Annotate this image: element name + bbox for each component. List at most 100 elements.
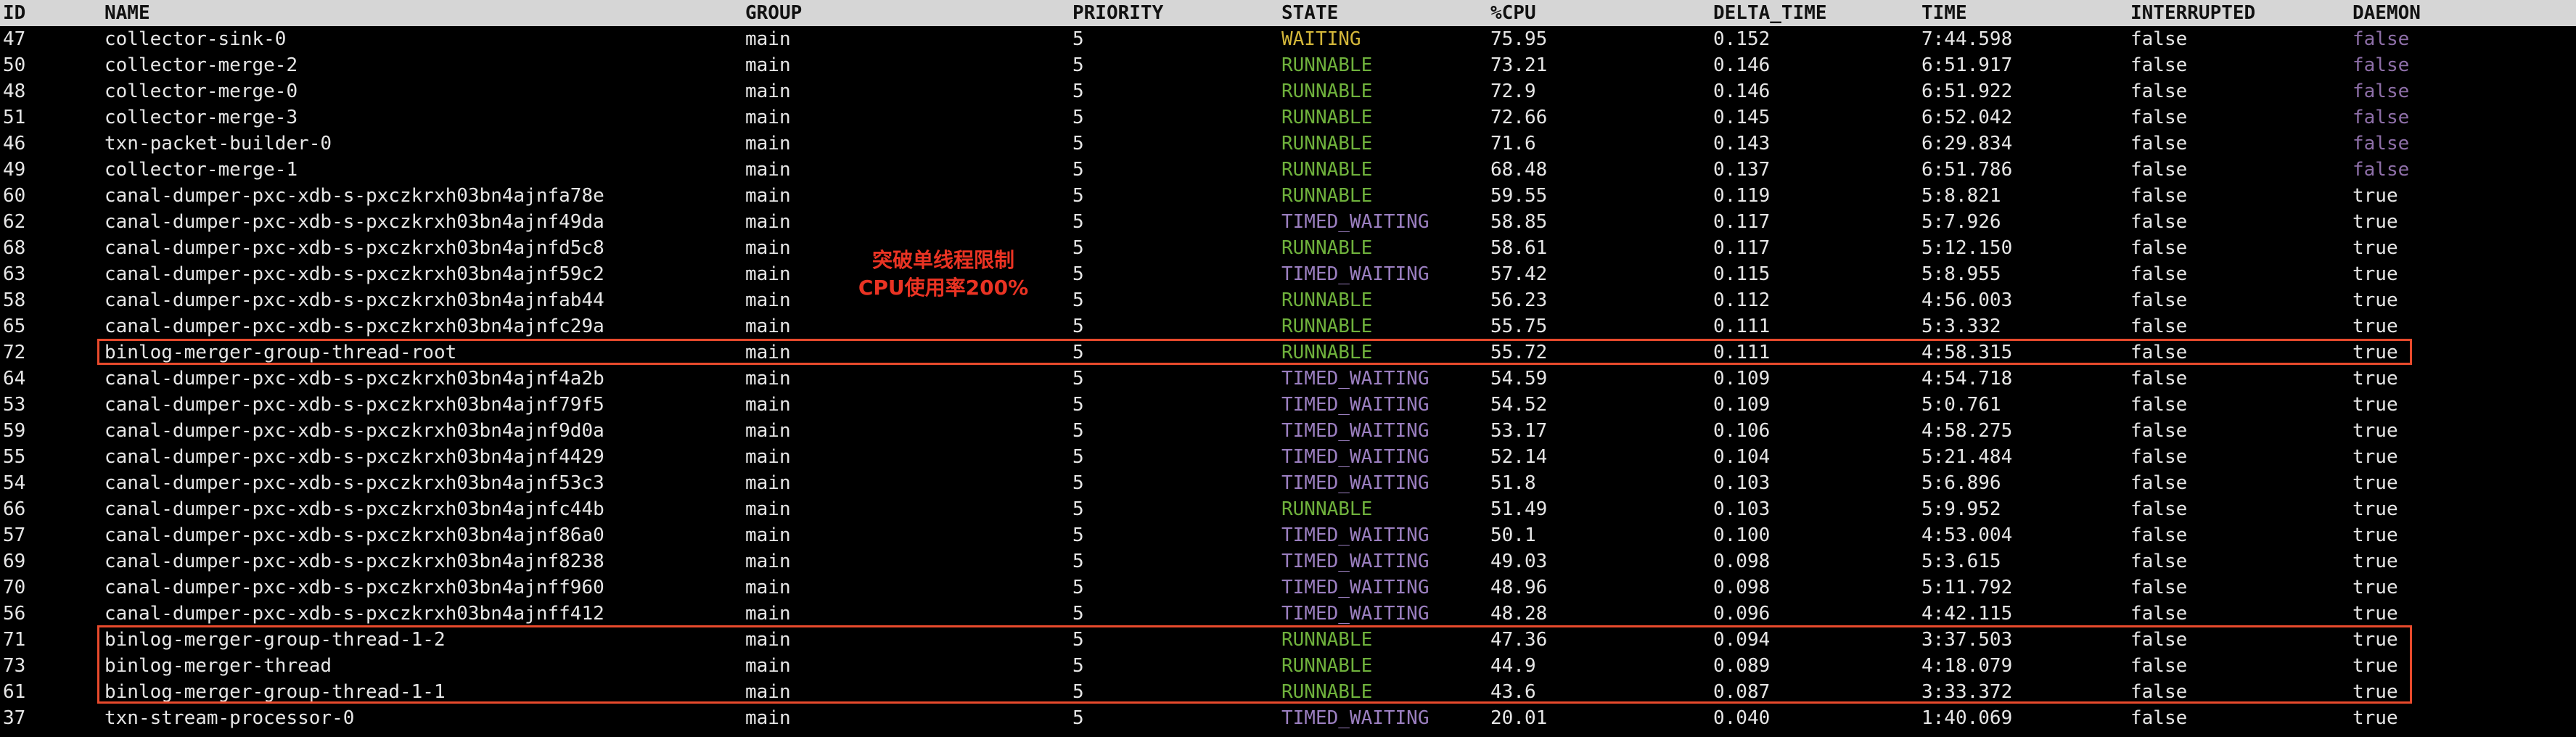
cell-priority: 5 bbox=[1072, 316, 1084, 337]
table-row: 58 canal-dumper-pxc-xdb-s-pxczkrxh03bn4aj… bbox=[0, 287, 2576, 313]
cell-name: txn-stream-processor-0 bbox=[104, 707, 355, 729]
cell-name: canal-dumper-pxc-xdb-s-pxczkrxh03bn4ajnf… bbox=[104, 577, 604, 598]
cell-name: binlog-merger-group-thread-root bbox=[104, 342, 457, 363]
cell-id: 69 bbox=[3, 551, 26, 572]
cell-name: binlog-merger-group-thread-1-1 bbox=[104, 681, 446, 703]
cell-daemon: true bbox=[2353, 420, 2398, 442]
cell-name: canal-dumper-pxc-xdb-s-pxczkrxh03bn4ajnf… bbox=[104, 394, 604, 416]
cell-delta-time: 0.089 bbox=[1713, 655, 1771, 677]
cell-cpu: 49.03 bbox=[1490, 551, 1548, 572]
cell-time: 7:44.598 bbox=[1921, 28, 2013, 50]
cell-delta-time: 0.096 bbox=[1713, 603, 1771, 625]
cell-daemon: true bbox=[2353, 394, 2398, 416]
cell-time: 5:6.896 bbox=[1921, 472, 2001, 494]
cell-id: 70 bbox=[3, 577, 26, 598]
cell-interrupted: false bbox=[2130, 28, 2188, 50]
cell-name: txn-packet-builder-0 bbox=[104, 133, 332, 155]
cell-priority: 5 bbox=[1072, 107, 1084, 128]
cell-group: main bbox=[745, 54, 791, 76]
cell-state: TIMED_WAITING bbox=[1281, 263, 1429, 285]
cell-priority: 5 bbox=[1072, 263, 1084, 285]
cell-delta-time: 0.152 bbox=[1713, 28, 1771, 50]
cell-time: 4:58.315 bbox=[1921, 342, 2013, 363]
cell-cpu: 51.8 bbox=[1490, 472, 1536, 494]
table-row: 66 canal-dumper-pxc-xdb-s-pxczkrxh03bn4aj… bbox=[0, 496, 2576, 522]
cell-state: RUNNABLE bbox=[1281, 237, 1373, 259]
cell-delta-time: 0.145 bbox=[1713, 107, 1771, 128]
cell-priority: 5 bbox=[1072, 707, 1084, 729]
cell-name: canal-dumper-pxc-xdb-s-pxczkrxh03bn4ajnf… bbox=[104, 185, 604, 207]
cell-daemon: true bbox=[2353, 577, 2398, 598]
table-row: 37 txn-stream-processor-0 main 5 TIMED_WAITI… bbox=[0, 705, 2576, 731]
cell-delta-time: 0.117 bbox=[1713, 211, 1771, 233]
cell-group: main bbox=[745, 446, 791, 468]
cell-time: 6:29.834 bbox=[1921, 133, 2013, 155]
cell-daemon: false bbox=[2353, 54, 2410, 76]
cell-cpu: 57.42 bbox=[1490, 263, 1548, 285]
cell-daemon: true bbox=[2353, 655, 2398, 677]
cell-state: RUNNABLE bbox=[1281, 316, 1373, 337]
cell-state: RUNNABLE bbox=[1281, 54, 1373, 76]
cell-group: main bbox=[745, 551, 791, 572]
cell-cpu: 48.28 bbox=[1490, 603, 1548, 625]
table-row: 60 canal-dumper-pxc-xdb-s-pxczkrxh03bn4aj… bbox=[0, 183, 2576, 209]
table-row: 69 canal-dumper-pxc-xdb-s-pxczkrxh03bn4aj… bbox=[0, 548, 2576, 575]
cell-priority: 5 bbox=[1072, 185, 1084, 207]
table-row: 61 binlog-merger-group-thread-1-1 main 5 RUN… bbox=[0, 679, 2576, 705]
cell-id: 56 bbox=[3, 603, 26, 625]
cell-id: 50 bbox=[3, 54, 26, 76]
cell-priority: 5 bbox=[1072, 368, 1084, 390]
table-row: 63 canal-dumper-pxc-xdb-s-pxczkrxh03bn4aj… bbox=[0, 261, 2576, 287]
cell-time: 4:18.079 bbox=[1921, 655, 2013, 677]
cell-priority: 5 bbox=[1072, 524, 1084, 546]
cell-priority: 5 bbox=[1072, 577, 1084, 598]
cell-daemon: true bbox=[2353, 472, 2398, 494]
cell-time: 4:58.275 bbox=[1921, 420, 2013, 442]
cell-daemon: true bbox=[2353, 603, 2398, 625]
cell-interrupted: false bbox=[2130, 185, 2188, 207]
cell-priority: 5 bbox=[1072, 681, 1084, 703]
cell-interrupted: false bbox=[2130, 707, 2188, 729]
cell-state: RUNNABLE bbox=[1281, 289, 1373, 311]
cell-group: main bbox=[745, 368, 791, 390]
cell-priority: 5 bbox=[1072, 342, 1084, 363]
cell-state: RUNNABLE bbox=[1281, 81, 1373, 102]
cell-time: 5:8.955 bbox=[1921, 263, 2001, 285]
cell-name: canal-dumper-pxc-xdb-s-pxczkrxh03bn4ajnf… bbox=[104, 446, 604, 468]
cell-delta-time: 0.111 bbox=[1713, 316, 1771, 337]
cell-daemon: true bbox=[2353, 289, 2398, 311]
cell-state: RUNNABLE bbox=[1281, 655, 1373, 677]
cell-cpu: 75.95 bbox=[1490, 28, 1548, 50]
cell-name: canal-dumper-pxc-xdb-s-pxczkrxh03bn4ajnf… bbox=[104, 551, 604, 572]
table-row: 62 canal-dumper-pxc-xdb-s-pxczkrxh03bn4aj… bbox=[0, 209, 2576, 235]
cell-id: 65 bbox=[3, 316, 26, 337]
cell-priority: 5 bbox=[1072, 237, 1084, 259]
cell-time: 6:52.042 bbox=[1921, 107, 2013, 128]
column-header-daemon: DAEMON bbox=[2353, 2, 2421, 24]
cell-time: 5:11.792 bbox=[1921, 577, 2013, 598]
cell-delta-time: 0.104 bbox=[1713, 446, 1771, 468]
cell-id: 60 bbox=[3, 185, 26, 207]
cell-group: main bbox=[745, 159, 791, 181]
cell-cpu: 52.14 bbox=[1490, 446, 1548, 468]
cell-id: 55 bbox=[3, 446, 26, 468]
cell-group: main bbox=[745, 185, 791, 207]
cell-id: 59 bbox=[3, 420, 26, 442]
cell-name: collector-merge-2 bbox=[104, 54, 298, 76]
cell-cpu: 53.17 bbox=[1490, 420, 1548, 442]
cell-id: 54 bbox=[3, 472, 26, 494]
cell-group: main bbox=[745, 289, 791, 311]
cell-interrupted: false bbox=[2130, 211, 2188, 233]
cell-id: 66 bbox=[3, 498, 26, 520]
cell-time: 4:53.004 bbox=[1921, 524, 2013, 546]
cell-group: main bbox=[745, 342, 791, 363]
cell-delta-time: 0.103 bbox=[1713, 472, 1771, 494]
cell-time: 5:9.952 bbox=[1921, 498, 2001, 520]
cell-cpu: 44.9 bbox=[1490, 655, 1536, 677]
column-header-name: NAME bbox=[104, 2, 150, 24]
cell-interrupted: false bbox=[2130, 368, 2188, 390]
cell-interrupted: false bbox=[2130, 316, 2188, 337]
cell-daemon: true bbox=[2353, 707, 2398, 729]
cell-cpu: 71.6 bbox=[1490, 133, 1536, 155]
cell-group: main bbox=[745, 472, 791, 494]
